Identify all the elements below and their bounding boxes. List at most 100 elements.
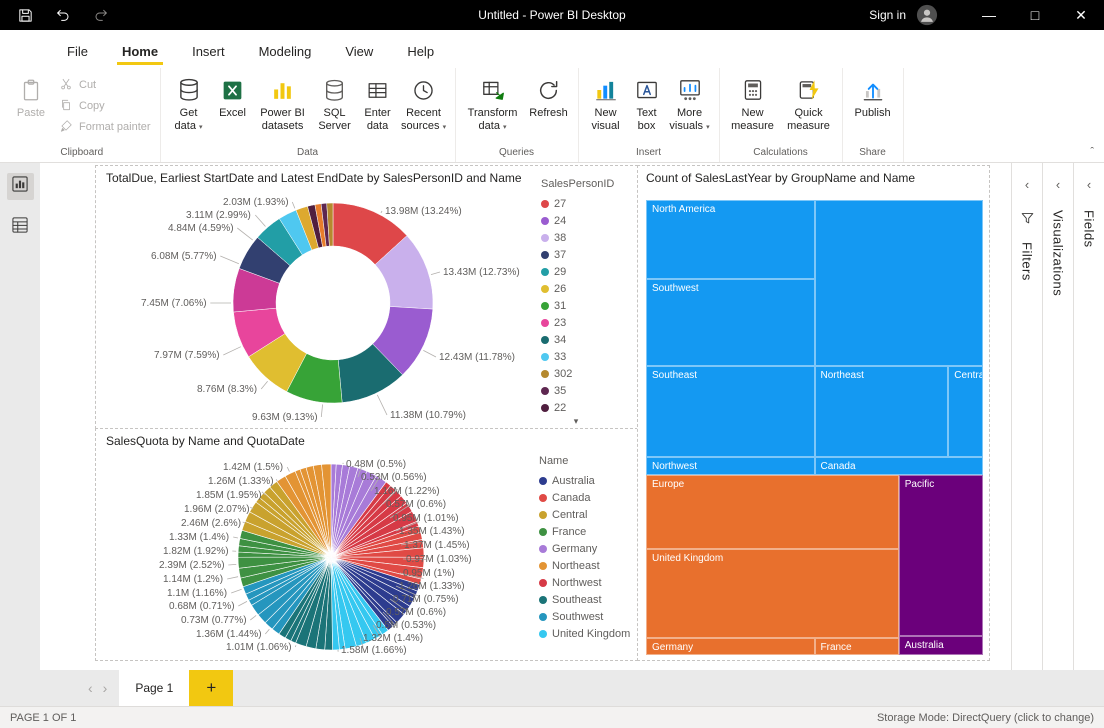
previous-page-arrow[interactable]: ‹ (88, 680, 93, 696)
legend-dot (541, 268, 549, 276)
new-visual-button[interactable]: New visual (584, 71, 628, 133)
report-canvas[interactable]: TotalDue, Earliest StartDate and Latest … (40, 163, 1011, 670)
text-box-icon (634, 75, 660, 105)
refresh-button[interactable]: Refresh (525, 71, 573, 120)
next-page-arrow[interactable]: › (103, 680, 108, 696)
legend-item[interactable]: 302 (541, 365, 631, 382)
treemap-cell[interactable]: North America (646, 200, 815, 279)
filters-pane[interactable]: ‹ Filters (1011, 163, 1042, 670)
format-painter-button[interactable]: Format painter (59, 119, 151, 134)
recent-sources-button[interactable]: Recent sources ▾ (398, 71, 450, 133)
treemap-cell[interactable] (815, 200, 984, 366)
menu-insert[interactable]: Insert (175, 35, 242, 68)
menu-help[interactable]: Help (390, 35, 451, 68)
legend-item[interactable]: 27 (541, 195, 631, 212)
text-box-button[interactable]: Text box (628, 71, 666, 133)
menu-file[interactable]: File (50, 35, 105, 68)
donut-chart-visual[interactable]: TotalDue, Earliest StartDate and Latest … (95, 165, 638, 429)
legend-item[interactable]: France (539, 523, 635, 540)
legend-label: Central (552, 509, 587, 521)
treemap-visual[interactable]: Count of SalesLastYear by GroupName and … (637, 165, 990, 661)
power-bi-datasets-button[interactable]: Power BI datasets (254, 71, 312, 133)
data-label: 6.08M (5.77%) (151, 251, 217, 262)
paste-button[interactable]: Paste (9, 71, 53, 120)
publish-button[interactable]: Publish (848, 71, 898, 120)
treemap-cell[interactable]: Southwest (646, 279, 815, 366)
more-visuals-button[interactable]: More visuals ▾ (666, 71, 714, 133)
minimize-button[interactable]: — (966, 0, 1012, 30)
data-label: 0.48M (0.5%) (346, 459, 406, 470)
legend-item[interactable]: Southwest (539, 608, 635, 625)
treemap-cell[interactable]: Canada (815, 457, 984, 475)
collapse-ribbon-chevron[interactable]: ˆ (1090, 146, 1094, 158)
legend-item[interactable]: Australia (539, 472, 635, 489)
legend-item[interactable]: Central (539, 506, 635, 523)
legend-item[interactable]: Southeast (539, 591, 635, 608)
transform-data-button[interactable]: Transform data ▾ (461, 71, 525, 133)
menu-view[interactable]: View (328, 35, 390, 68)
enter-data-button[interactable]: Enter data (358, 71, 398, 133)
legend-scroll-down-icon[interactable]: ▾ (541, 416, 611, 427)
treemap-cell[interactable]: Northeast (815, 366, 949, 457)
treemap-cell[interactable]: United Kingdom (646, 549, 899, 638)
treemap-cell[interactable]: Europe (646, 475, 899, 549)
data-view-button[interactable] (7, 214, 34, 241)
treemap-cell[interactable]: Northwest (646, 457, 815, 475)
visualizations-pane[interactable]: ‹ Visualizations (1042, 163, 1073, 670)
legend-item[interactable]: 33 (541, 348, 631, 365)
legend-item[interactable]: Germany (539, 540, 635, 557)
expand-pane-chevron-icon[interactable]: ‹ (1087, 177, 1091, 192)
treemap-cell[interactable]: France (815, 638, 899, 655)
legend-item[interactable]: 34 (541, 331, 631, 348)
copy-button[interactable]: Copy (59, 98, 151, 113)
legend-item[interactable]: United Kingdom (539, 625, 635, 642)
legend-item[interactable]: Canada (539, 489, 635, 506)
treemap-cell[interactable]: Germany (646, 638, 815, 655)
excel-button[interactable]: Excel (212, 71, 254, 120)
sql-server-button[interactable]: SQL Server (312, 71, 358, 133)
legend-item[interactable]: 26 (541, 280, 631, 297)
page-tab[interactable]: Page 1 (119, 670, 189, 706)
menu-modeling[interactable]: Modeling (242, 35, 329, 68)
legend-item[interactable]: 22 (541, 399, 631, 416)
legend-item[interactable]: 37 (541, 246, 631, 263)
undo-icon[interactable] (54, 6, 72, 24)
legend-item[interactable]: 24 (541, 212, 631, 229)
legend-item[interactable]: Northwest (539, 574, 635, 591)
menu-home[interactable]: Home (105, 35, 175, 68)
legend-dot (541, 319, 549, 327)
treemap-cell[interactable]: Central (948, 366, 983, 457)
save-icon[interactable] (16, 6, 34, 24)
report-view-button[interactable] (7, 173, 34, 200)
avatar[interactable] (916, 4, 938, 26)
treemap-cell-label: Southeast (647, 367, 814, 381)
data-label: 0.73M (0.77%) (181, 615, 247, 626)
close-button[interactable]: ✕ (1058, 0, 1104, 30)
treemap-chart[interactable]: North AmericaSouthwestSoutheastNortheast… (646, 200, 983, 655)
pie-legend: NameAustraliaCanadaCentralFranceGermanyN… (539, 455, 635, 642)
legend-item[interactable]: 29 (541, 263, 631, 280)
treemap-cell[interactable]: Southeast (646, 366, 815, 457)
treemap-cell[interactable]: Pacific (899, 475, 983, 637)
cut-button[interactable]: Cut (59, 77, 151, 92)
legend-item[interactable]: 23 (541, 314, 631, 331)
quick-measure-button[interactable]: Quick measure (781, 71, 837, 133)
pie-chart-visual[interactable]: SalesQuota by Name and QuotaDate 1.42M (… (95, 428, 638, 661)
legend-item[interactable]: 31 (541, 297, 631, 314)
expand-pane-chevron-icon[interactable]: ‹ (1056, 177, 1060, 192)
expand-pane-chevron-icon[interactable]: ‹ (1025, 177, 1029, 192)
get-data-button[interactable]: Get data ▾ (166, 71, 212, 133)
legend-item[interactable]: 38 (541, 229, 631, 246)
fields-pane[interactable]: ‹ Fields (1073, 163, 1104, 670)
legend-item[interactable]: 35 (541, 382, 631, 399)
new-page-button[interactable]: + (189, 670, 233, 706)
treemap-cell[interactable]: Australia (899, 636, 983, 655)
redo-icon[interactable] (92, 6, 110, 24)
storage-mode-status[interactable]: Storage Mode: DirectQuery (click to chan… (877, 712, 1094, 724)
new-measure-button[interactable]: New measure (725, 71, 781, 133)
data-label: 1.58M (1.66%) (341, 645, 407, 656)
copy-icon (59, 98, 74, 113)
sign-in-button[interactable]: Sign in (869, 8, 906, 22)
maximize-button[interactable]: □ (1012, 0, 1058, 30)
legend-item[interactable]: Northeast (539, 557, 635, 574)
